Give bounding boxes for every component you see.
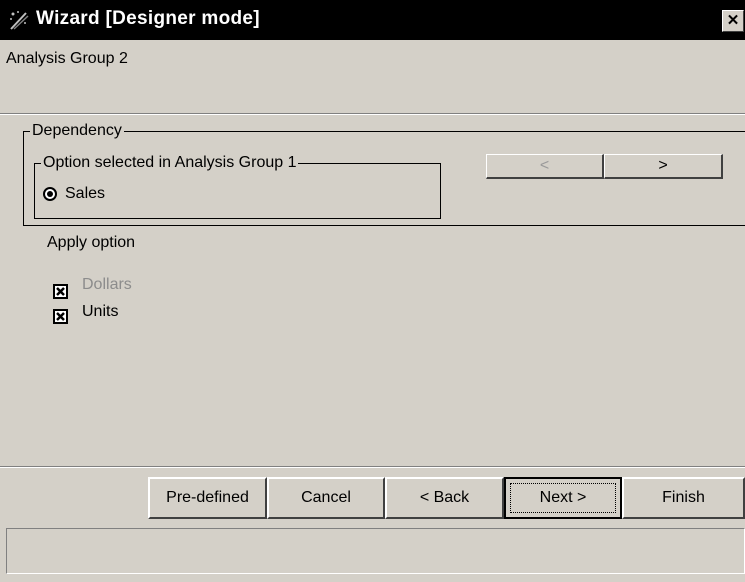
radio-selected-dot: [47, 191, 53, 197]
dependency-legend: Dependency: [30, 121, 124, 141]
back-button-label: < Back: [419, 489, 470, 506]
next-option-button[interactable]: >: [604, 154, 723, 179]
close-button[interactable]: ✕: [722, 10, 744, 32]
cancel-button-label: Cancel: [301, 489, 351, 506]
checkmark-x-icon: [56, 312, 65, 321]
close-icon: ✕: [726, 12, 740, 29]
finish-button-label: Finish: [662, 489, 705, 506]
title-bar[interactable]: Wizard [Designer mode] ✕: [0, 0, 745, 40]
footer-divider: [0, 466, 745, 468]
predefined-button[interactable]: Pre-defined: [148, 477, 267, 519]
status-bar: [6, 528, 745, 574]
cancel-button[interactable]: Cancel: [267, 477, 385, 519]
predefined-button-label: Pre-defined: [166, 489, 249, 506]
chevron-right-icon: >: [658, 157, 668, 174]
units-label[interactable]: Units: [82, 302, 118, 322]
dollars-label: Dollars: [82, 276, 132, 293]
window-title: Wizard [Designer mode]: [36, 8, 260, 29]
header-divider: [0, 113, 745, 115]
units-checkbox[interactable]: [53, 309, 68, 324]
previous-option-button[interactable]: <: [486, 154, 604, 179]
checkmark-x-icon: [56, 287, 65, 296]
next-button[interactable]: Next >: [504, 477, 622, 519]
finish-button[interactable]: Finish: [622, 477, 745, 519]
wizard-window: Wizard [Designer mode] ✕ Analysis Group …: [0, 0, 745, 582]
back-button[interactable]: < Back: [385, 477, 504, 519]
sales-radio[interactable]: [43, 187, 57, 201]
apply-option-label: Apply option: [47, 234, 136, 251]
chevron-left-icon: <: [539, 157, 550, 174]
dollars-checkbox[interactable]: [53, 284, 68, 299]
next-button-label: Next >: [539, 489, 587, 506]
wizard-wand-icon: [10, 11, 29, 30]
option-selected-group: Option selected in Analysis Group 1 Sale…: [34, 153, 441, 219]
page-subtitle: Analysis Group 2: [6, 50, 128, 67]
option-selected-legend: Option selected in Analysis Group 1: [41, 153, 299, 173]
dependency-group: Dependency Option selected in Analysis G…: [23, 121, 745, 226]
sales-radio-label[interactable]: Sales: [65, 184, 105, 204]
wizard-header: Analysis Group 2: [0, 40, 745, 113]
